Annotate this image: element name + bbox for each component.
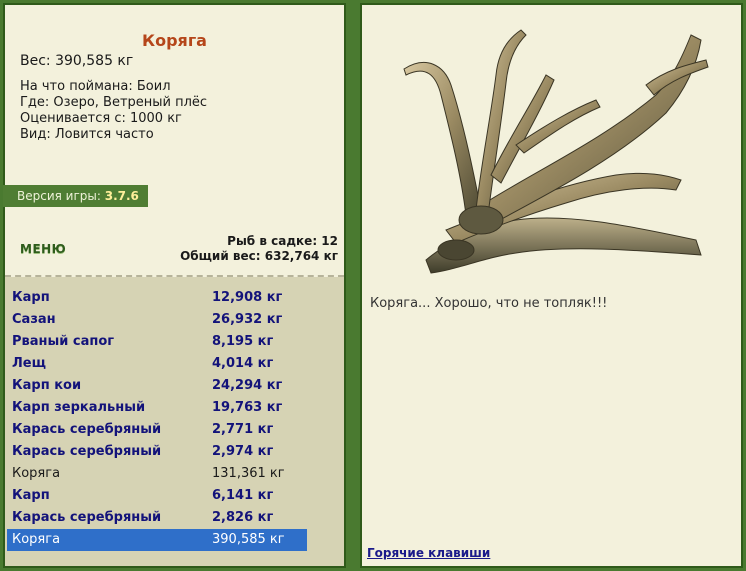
list-item-weight: 12,908 кг — [212, 290, 283, 305]
menu-button[interactable]: МЕНЮ — [20, 242, 66, 256]
list-item[interactable]: Сазан 26,932 кг — [7, 309, 307, 331]
version-number: 3.7.6 — [104, 189, 139, 203]
location-text: Где: Озеро, Ветреный плёс — [20, 95, 208, 110]
list-item-weight: 2,826 кг — [212, 510, 274, 525]
frequency-text: Вид: Ловится часто — [20, 127, 154, 142]
list-item-weight: 19,763 кг — [212, 400, 283, 415]
cage-stats: Рыб в садке: 12 Общий вес: 632,764 кг — [180, 234, 338, 264]
hotkeys-link[interactable]: Горячие клавиши — [367, 546, 490, 560]
fish-title: Коряга — [142, 31, 207, 50]
list-item[interactable]: Карась серебряный 2,771 кг — [7, 419, 307, 441]
list-item-selected[interactable]: Коряга 390,585 кг — [7, 529, 307, 551]
list-item-name: Карась серебряный — [12, 422, 162, 437]
list-item-name: Карась серебряный — [12, 510, 162, 525]
cage-total-weight: Общий вес: 632,764 кг — [180, 249, 338, 263]
cage-fish-count: Рыб в садке: 12 — [227, 234, 338, 248]
left-panel: Коряга Вес: 390,585 кг На что поймана: Б… — [3, 3, 346, 568]
list-item-weight: 8,195 кг — [212, 334, 274, 349]
catch-info-section: Коряга Вес: 390,585 кг На что поймана: Б… — [3, 5, 344, 275]
list-item-name: Лещ — [12, 356, 46, 371]
caught-on-text: На что поймана: Боил — [20, 79, 171, 94]
list-item-weight: 2,974 кг — [212, 444, 274, 459]
version-label: Версия игры: — [17, 189, 101, 203]
list-item-name: Карп зеркальный — [12, 400, 146, 415]
list-item-weight: 26,932 кг — [212, 312, 283, 327]
version-badge: Версия игры: 3.7.6 — [3, 185, 148, 207]
list-item-name: Карп кои — [12, 378, 82, 393]
list-item-name: Карп — [12, 290, 50, 305]
list-item-name: Карась серебряный — [12, 444, 162, 459]
list-item[interactable]: Карп кои 24,294 кг — [7, 375, 307, 397]
list-item-name: Рваный сапог — [12, 334, 115, 349]
list-item[interactable]: Карп зеркальный 19,763 кг — [7, 397, 307, 419]
list-item[interactable]: Карп 12,908 кг — [7, 287, 307, 309]
list-item-weight: 2,771 кг — [212, 422, 274, 437]
list-item-name: Сазан — [12, 312, 56, 327]
list-item-weight: 390,585 кг — [212, 532, 285, 547]
list-item-weight: 4,014 кг — [212, 356, 274, 371]
driftwood-image — [403, 29, 709, 274]
catch-list: Карп 12,908 кг Сазан 26,932 кг Рваный са… — [5, 277, 344, 566]
list-item[interactable]: Лещ 4,014 кг — [7, 353, 307, 375]
list-item-name: Коряга — [12, 532, 61, 547]
right-panel: Коряга... Хорошо, что не топляк!!! Горяч… — [360, 3, 743, 568]
list-item-name: Коряга — [12, 466, 61, 481]
list-item[interactable]: Карась серебряный 2,826 кг — [7, 507, 307, 529]
list-item-weight: 24,294 кг — [212, 378, 283, 393]
list-item-weight: 131,361 кг — [212, 466, 285, 481]
list-item[interactable]: Карп 6,141 кг — [7, 485, 307, 507]
list-item-weight: 6,141 кг — [212, 488, 274, 503]
list-item[interactable]: Коряга 131,361 кг — [7, 463, 307, 485]
list-item[interactable]: Карась серебряный 2,974 кг — [7, 441, 307, 463]
fish-description: Коряга... Хорошо, что не топляк!!! — [370, 296, 608, 311]
fish-weight: Вес: 390,585 кг — [20, 53, 134, 69]
list-item[interactable]: Рваный сапог 8,195 кг — [7, 331, 307, 353]
list-item-name: Карп — [12, 488, 50, 503]
valued-from-text: Оценивается с: 1000 кг — [20, 111, 182, 126]
